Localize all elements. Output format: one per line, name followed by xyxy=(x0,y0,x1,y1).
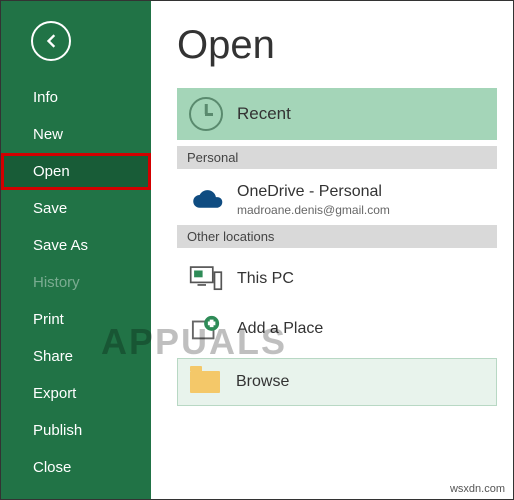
browse-button[interactable]: Browse xyxy=(177,358,497,406)
folder-icon xyxy=(190,371,220,393)
nav-label: Info xyxy=(33,89,58,106)
nav-export[interactable]: Export xyxy=(1,375,151,412)
onedrive-personal[interactable]: OneDrive - Personal madroane.denis@gmail… xyxy=(177,175,497,225)
nav-new[interactable]: New xyxy=(1,116,151,153)
backstage-sidebar: Info New Open Save Save As History Print… xyxy=(1,1,151,499)
nav-label: Close xyxy=(33,459,71,476)
section-other: Other locations xyxy=(177,225,497,248)
onedrive-icon xyxy=(189,183,223,217)
section-personal: Personal xyxy=(177,146,497,169)
nav-print[interactable]: Print xyxy=(1,301,151,338)
nav-label: Share xyxy=(33,348,73,365)
add-place-icon xyxy=(189,312,223,346)
this-pc[interactable]: This PC xyxy=(177,254,497,304)
nav-label: Save xyxy=(33,200,67,217)
this-pc-title: This PC xyxy=(237,270,294,288)
nav-label: History xyxy=(33,274,80,291)
nav-save-as[interactable]: Save As xyxy=(1,227,151,264)
this-pc-icon xyxy=(189,262,223,296)
page-title: Open xyxy=(177,23,513,68)
recent-button[interactable]: Recent xyxy=(177,88,497,140)
add-a-place[interactable]: Add a Place xyxy=(177,304,497,354)
back-button[interactable] xyxy=(31,21,71,61)
nav-label: New xyxy=(33,126,63,143)
nav-history: History xyxy=(1,264,151,301)
main-panel: Open Recent Personal OneDrive - Personal… xyxy=(151,1,513,499)
nav-label: Publish xyxy=(33,422,82,439)
nav-info[interactable]: Info xyxy=(1,79,151,116)
nav-label: Open xyxy=(33,163,70,180)
nav-close[interactable]: Close xyxy=(1,449,151,486)
arrow-left-icon xyxy=(41,31,61,51)
recent-label: Recent xyxy=(237,104,291,124)
onedrive-subtitle: madroane.denis@gmail.com xyxy=(237,203,390,217)
add-place-title: Add a Place xyxy=(237,320,323,338)
nav-save[interactable]: Save xyxy=(1,190,151,227)
footer-attribution: wsxdn.com xyxy=(450,483,505,495)
browse-label: Browse xyxy=(236,373,289,391)
nav-open[interactable]: Open xyxy=(1,153,151,190)
nav-share[interactable]: Share xyxy=(1,338,151,375)
clock-icon xyxy=(189,97,223,131)
nav-label: Save As xyxy=(33,237,88,254)
nav-label: Export xyxy=(33,385,76,402)
nav-label: Print xyxy=(33,311,64,328)
nav-publish[interactable]: Publish xyxy=(1,412,151,449)
onedrive-title: OneDrive - Personal xyxy=(237,183,390,201)
